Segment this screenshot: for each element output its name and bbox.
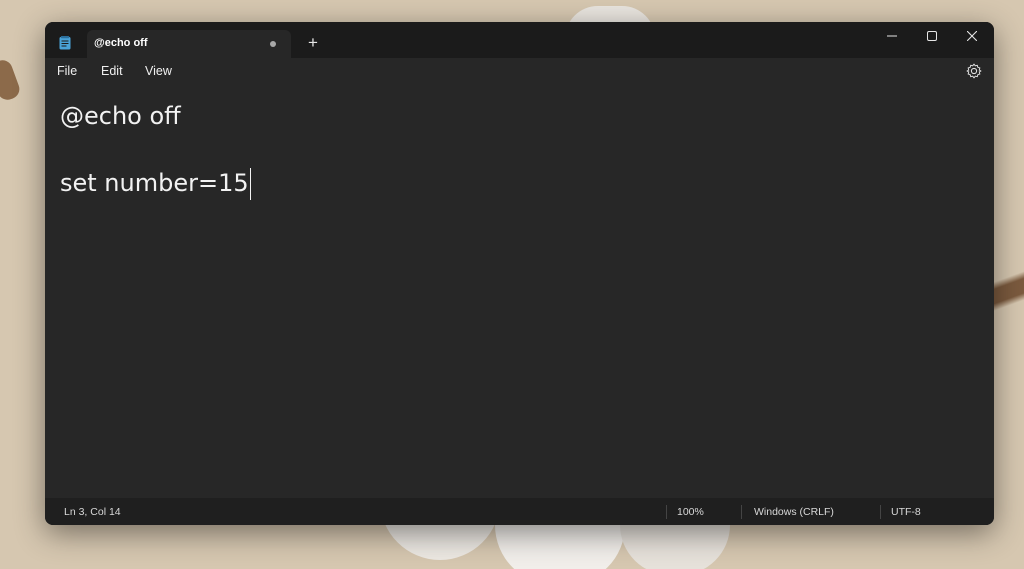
status-divider xyxy=(666,505,667,519)
wallpaper-stem xyxy=(992,225,1024,355)
close-button[interactable] xyxy=(952,22,992,50)
close-icon xyxy=(967,31,977,41)
tab-title: @echo off xyxy=(94,37,148,49)
maximize-button[interactable] xyxy=(912,22,952,50)
status-divider xyxy=(741,505,742,519)
editor-line-3-text: set number=15 xyxy=(60,169,249,197)
notepad-icon xyxy=(59,36,71,50)
menu-file[interactable]: File xyxy=(57,64,77,78)
wallpaper-stem xyxy=(0,57,23,103)
menu-edit[interactable]: Edit xyxy=(101,64,123,78)
status-bar: Ln 3, Col 14 100% Windows (CRLF) UTF-8 xyxy=(45,498,994,525)
notepad-window: @echo off + File Edit View @echo off set… xyxy=(45,22,994,525)
text-editor[interactable]: @echo off set number=15 xyxy=(45,86,994,498)
new-tab-button[interactable]: + xyxy=(303,32,323,54)
encoding[interactable]: UTF-8 xyxy=(891,506,921,518)
title-bar[interactable]: @echo off + xyxy=(45,22,994,58)
minimize-button[interactable] xyxy=(872,22,912,50)
menu-view[interactable]: View xyxy=(145,64,172,78)
cursor-position: Ln 3, Col 14 xyxy=(64,506,121,518)
text-caret xyxy=(249,168,251,200)
maximize-icon xyxy=(927,31,937,41)
editor-line-3: set number=15 xyxy=(60,168,251,200)
tab-echo-off[interactable]: @echo off xyxy=(87,30,291,58)
minimize-icon xyxy=(887,35,897,37)
menu-bar: File Edit View xyxy=(45,58,994,86)
status-divider xyxy=(880,505,881,519)
zoom-level[interactable]: 100% xyxy=(677,506,704,518)
editor-line-1: @echo off xyxy=(60,102,181,130)
gear-icon[interactable] xyxy=(965,62,983,80)
unsaved-dot-icon[interactable] xyxy=(270,41,276,47)
line-endings[interactable]: Windows (CRLF) xyxy=(754,506,834,518)
